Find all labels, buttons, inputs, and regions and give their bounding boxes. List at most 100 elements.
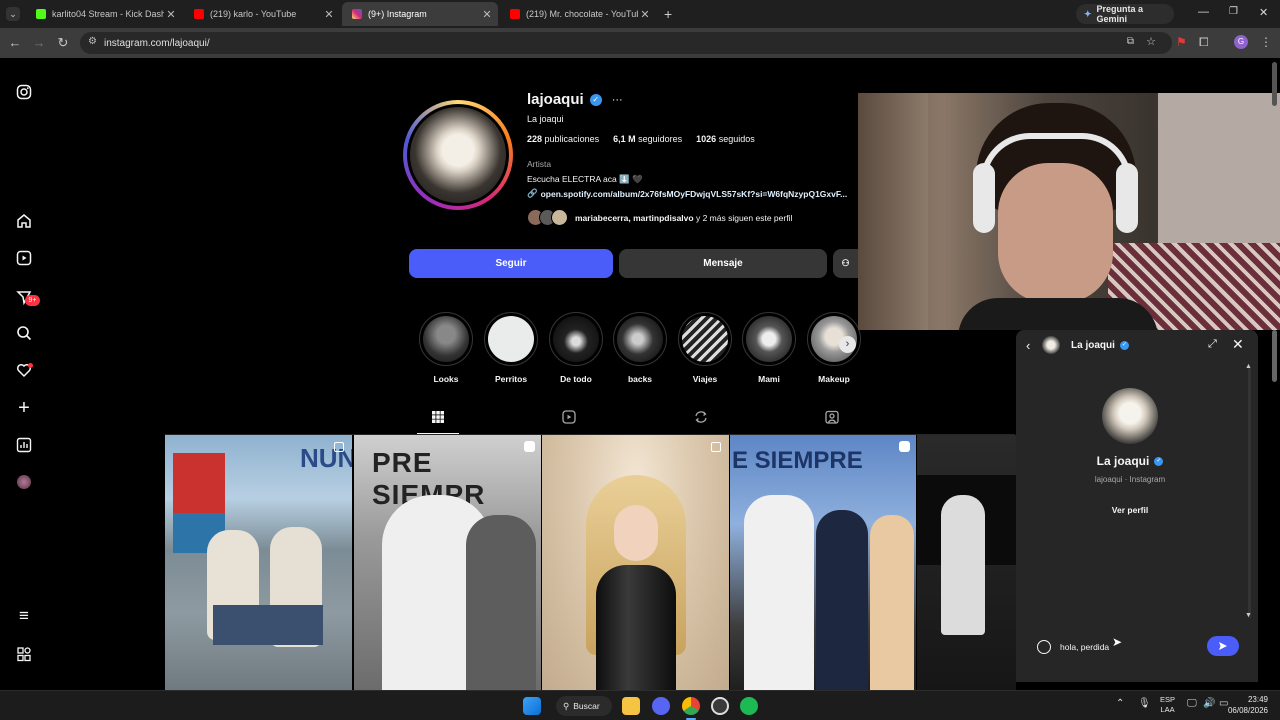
menu-hamburger-icon[interactable]: ≡ xyxy=(14,606,34,626)
chat-profile-name-row: La joaqui ✓ xyxy=(1016,454,1244,468)
highlights-next-arrow-icon[interactable]: › xyxy=(839,336,856,353)
chat-scrollbar[interactable] xyxy=(1248,368,1251,618)
windows-start-icon[interactable] xyxy=(523,697,541,715)
more-options-icon[interactable]: ··· xyxy=(612,94,623,106)
send-button[interactable] xyxy=(1207,636,1239,656)
tab-youtube-karlo[interactable]: (219) karlo - YouTube ✕ xyxy=(184,2,340,26)
scroll-down-arrow-icon[interactable]: ▼ xyxy=(1245,612,1252,619)
file-explorer-icon[interactable] xyxy=(622,697,640,715)
dashboard-chart-icon[interactable] xyxy=(14,435,34,455)
highlight-ring xyxy=(742,312,796,366)
post-tile[interactable]: E SIEMPRE xyxy=(730,435,916,690)
tray-chevron-icon[interactable]: ⌃ xyxy=(1116,698,1124,709)
lang-bottom: LAA xyxy=(1160,705,1175,714)
bookmark-star-icon[interactable]: ☆ xyxy=(1146,35,1156,48)
home-icon[interactable] xyxy=(14,211,34,231)
following-stat[interactable]: 1026 seguidos xyxy=(696,134,755,144)
tab-instagram[interactable]: (9+) Instagram ✕ xyxy=(342,2,498,26)
post-tile[interactable] xyxy=(542,435,729,690)
tab-youtube-chocolate[interactable]: (219) Mr. chocolate - YouTube ✕ xyxy=(500,2,656,26)
taskbar-search[interactable]: ⚲ Buscar xyxy=(556,696,612,716)
profile-avatar-icon[interactable] xyxy=(14,472,34,492)
profile-avatar-story-ring[interactable] xyxy=(403,100,513,210)
highlight-viajes[interactable]: Viajes xyxy=(677,312,733,384)
posts-stat: 228 publicaciones xyxy=(527,134,599,144)
view-profile-button[interactable]: Ver perfil xyxy=(1100,502,1160,518)
close-tab-icon[interactable]: ✕ xyxy=(164,8,178,21)
minimize-window-button[interactable]: — xyxy=(1198,6,1209,18)
message-button[interactable]: Mensaje xyxy=(619,249,827,278)
chat-profile-avatar[interactable] xyxy=(1102,388,1158,444)
extensions-puzzle-icon[interactable]: ⧠ xyxy=(1199,35,1209,50)
clock[interactable]: 23:49 06/08/2026 xyxy=(1226,694,1268,716)
reels-icon[interactable] xyxy=(14,248,34,268)
obs-icon[interactable] xyxy=(711,697,729,715)
profile-avatar[interactable]: G xyxy=(1234,35,1248,49)
reposts-tab-icon[interactable] xyxy=(692,410,710,428)
person-shirt xyxy=(958,298,1158,330)
chrome-icon[interactable] xyxy=(682,697,700,715)
message-input-box[interactable]: hola, perdida xyxy=(1030,635,1240,659)
following-label: seguidos xyxy=(718,134,755,144)
close-tab-icon[interactable]: ✕ xyxy=(480,8,494,21)
follower-avatar xyxy=(551,209,568,226)
page-scrollbar[interactable] xyxy=(1272,62,1277,106)
expand-chat-icon[interactable]: ⤢ xyxy=(1208,338,1217,351)
maximize-window-button[interactable]: ❐ xyxy=(1229,6,1238,17)
profile-username-row: lajoaqui ✓ ··· xyxy=(527,91,623,108)
profile-link-row[interactable]: 🔗 open.spotify.com/album/2x76fsMOyFDwjqV… xyxy=(527,188,859,199)
search-icon[interactable] xyxy=(14,323,34,343)
forward-arrow-icon[interactable]: → xyxy=(31,35,47,50)
page-scrollbar-thumb[interactable] xyxy=(1272,330,1277,382)
highlight-de-todo[interactable]: De todo xyxy=(548,312,604,384)
close-tab-icon[interactable]: ✕ xyxy=(638,8,652,21)
extension-red-icon[interactable]: ⚑ xyxy=(1176,35,1187,49)
site-info-icon[interactable]: ⚙ xyxy=(88,36,97,47)
spotify-icon[interactable] xyxy=(740,697,758,715)
post-overlay-text: NUNCA xyxy=(300,443,352,473)
highlight-label: Makeup xyxy=(818,374,850,384)
profile-display-name: La joaqui xyxy=(527,114,564,124)
address-bar[interactable]: ⚙ instagram.com/lajoaqui/ ⧉ ☆ xyxy=(80,32,1172,54)
tab-kick[interactable]: karlito04 Stream - Kick Dashbo ✕ xyxy=(26,2,182,26)
follow-button[interactable]: Seguir xyxy=(409,249,613,278)
language-indicator[interactable]: ESP LAA xyxy=(1160,695,1175,715)
person-sailor xyxy=(816,510,868,690)
followers-stat[interactable]: 6,1 M seguidores xyxy=(613,134,682,144)
back-arrow-icon[interactable]: ← xyxy=(7,35,23,50)
browser-menu-icon[interactable]: ⋮ xyxy=(1260,35,1272,49)
create-plus-icon[interactable]: + xyxy=(14,397,34,419)
chat-back-icon[interactable]: ‹ xyxy=(1026,338,1030,353)
suggest-people-button[interactable]: ⚇ xyxy=(833,249,858,278)
close-chat-icon[interactable]: ✕ xyxy=(1232,336,1244,353)
discord-icon[interactable] xyxy=(652,697,670,715)
scroll-up-arrow-icon[interactable]: ▲ xyxy=(1245,363,1252,370)
install-app-icon[interactable]: ⧉ xyxy=(1127,36,1134,47)
microphone-icon[interactable]: 🎙 xyxy=(1138,698,1151,709)
posts-grid-tab-icon[interactable] xyxy=(429,410,447,428)
instagram-logo-icon[interactable] xyxy=(14,82,34,102)
volume-icon[interactable]: 🔊 xyxy=(1203,698,1215,709)
tagged-tab-icon[interactable] xyxy=(823,410,841,428)
chat-header-avatar[interactable] xyxy=(1042,336,1060,354)
post-tile[interactable]: PRE SIEMPR xyxy=(354,435,541,690)
network-icon[interactable]: 🖵 xyxy=(1187,698,1197,709)
followed-by-row[interactable]: mariabecerra, martinpdisalvo y 2 más sig… xyxy=(527,209,792,226)
highlight-backs[interactable]: backs xyxy=(612,312,668,384)
highlight-mami[interactable]: Mami xyxy=(741,312,797,384)
emoji-icon[interactable] xyxy=(1037,640,1051,654)
red-crates xyxy=(173,453,225,513)
reload-icon[interactable]: ↻ xyxy=(55,35,71,51)
highlight-perritos[interactable]: Perritos xyxy=(483,312,539,384)
reels-tab-icon[interactable] xyxy=(560,410,578,428)
close-window-button[interactable]: ✕ xyxy=(1259,6,1268,19)
also-from-meta-icon[interactable] xyxy=(14,644,34,664)
gemini-button[interactable]: ✦ Pregunta a Gemini xyxy=(1076,4,1174,24)
highlight-looks[interactable]: Looks xyxy=(418,312,474,384)
tab-search-button[interactable]: ⌄ xyxy=(6,7,20,21)
chat-header-name-row[interactable]: La joaqui ✓ xyxy=(1071,340,1129,351)
post-tile[interactable]: NUNCA xyxy=(165,435,352,690)
new-tab-button[interactable]: + xyxy=(664,6,672,22)
close-tab-icon[interactable]: ✕ xyxy=(322,8,336,21)
post-tile[interactable] xyxy=(917,435,1016,690)
